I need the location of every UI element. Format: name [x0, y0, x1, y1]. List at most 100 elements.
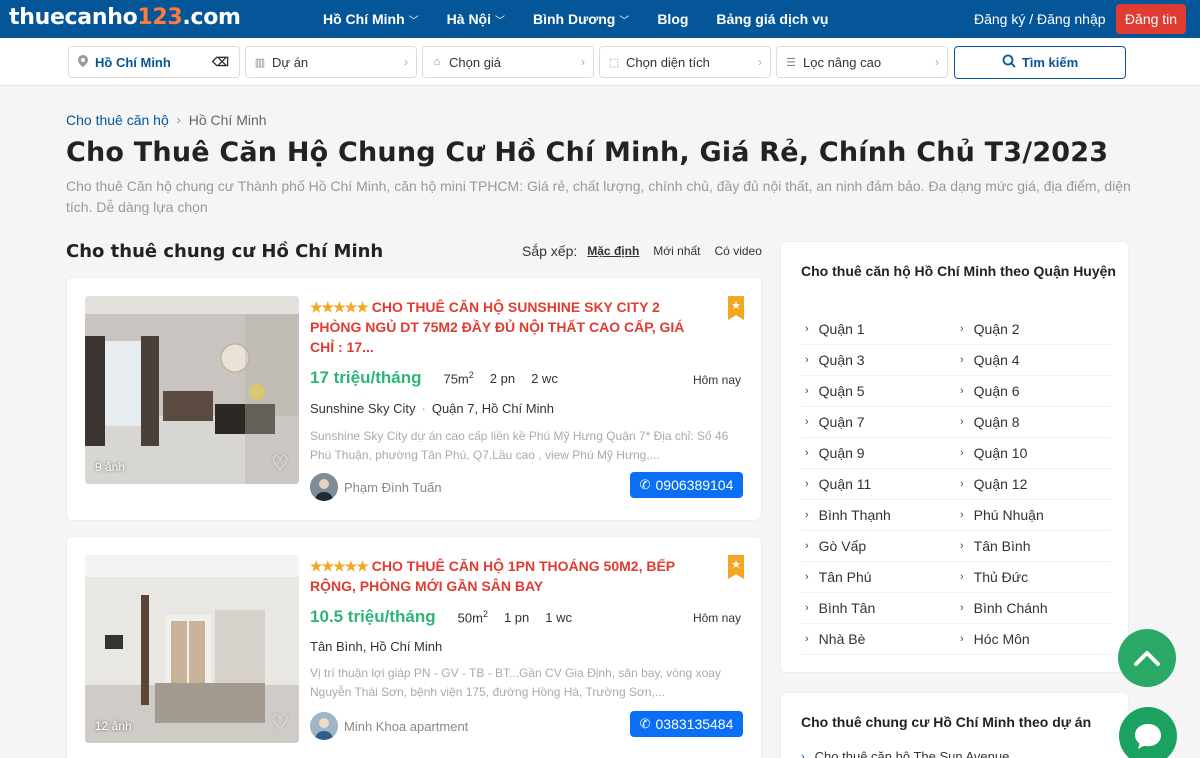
heart-icon[interactable]: ♡: [271, 451, 289, 476]
price-filter[interactable]: ⌂ Chọn giá ›: [422, 46, 594, 78]
listing-price: 10.5 triệu/tháng: [310, 607, 436, 626]
bookmark-star-icon[interactable]: ★: [728, 296, 744, 320]
scroll-to-top-button[interactable]: [1118, 629, 1176, 687]
chevron-right-icon: ›: [935, 55, 939, 69]
post-listing-button[interactable]: Đăng tin: [1116, 4, 1186, 34]
listing-description: Vị trí thuận lợi giáp PN - GV - TB - BT.…: [310, 666, 721, 699]
chevron-right-icon: ›: [805, 385, 809, 397]
listing-area: 50m2: [457, 608, 488, 625]
chevron-right-icon: ›: [404, 55, 408, 69]
photo-count: 9 ảnh: [95, 460, 126, 474]
area-icon: ⬚: [608, 56, 620, 69]
menu-item-ho-chi-minh[interactable]: Hồ Chí Minh ﹀: [323, 11, 419, 27]
chevron-right-icon: ›: [805, 633, 809, 645]
sort-bar: Sắp xếp: Mặc định Mới nhất Có video: [522, 243, 776, 259]
listing-meta: 10.5 triệu/tháng 50m2 1 pn 1 wc: [310, 607, 588, 627]
main-menu: Hồ Chí Minh ﹀ Hà Nội ﹀ Bình Dương ﹀ Blog Bả…: [323, 0, 856, 38]
district-link[interactable]: › Tân Bình: [956, 531, 1111, 562]
menu-item-blog[interactable]: Blog: [657, 11, 688, 27]
bookmark-star-icon[interactable]: ★: [728, 555, 744, 579]
project-link[interactable]: › Cho thuê căn hộ The Sun Avenue: [801, 749, 1009, 758]
project-filter[interactable]: ▥ Dự án ›: [245, 46, 417, 78]
chevron-right-icon: ›: [805, 416, 809, 428]
district-link[interactable]: › Bình Tân: [801, 593, 956, 624]
district-link[interactable]: › Quận 7: [801, 407, 956, 438]
district-link[interactable]: › Gò Vấp: [801, 531, 956, 562]
menu-item-pricing[interactable]: Bảng giá dịch vụ: [716, 11, 828, 27]
call-phone-button[interactable]: ✆ 0906389104: [630, 472, 743, 498]
listing-title[interactable]: ★★★★★ CHO THUÊ CĂN HỘ SUNSHINE SKY CITY 2…: [310, 297, 692, 357]
heart-icon[interactable]: ♡: [271, 710, 289, 735]
chevron-right-icon: ›: [805, 540, 809, 552]
district-link[interactable]: › Quận 2: [956, 314, 1111, 345]
listing-meta: 17 triệu/tháng 75m2 2 pn 2 wc: [310, 368, 574, 388]
clear-location-icon[interactable]: ⌫: [212, 55, 229, 69]
building-icon: ▥: [254, 56, 266, 69]
listing-bedrooms: 1 pn: [503, 610, 530, 625]
call-phone-button[interactable]: ✆ 0383135484: [630, 711, 743, 737]
price-tag-icon: ⌂: [433, 56, 441, 68]
listing-section-title: Cho thuê chung cư Hồ Chí Minh: [66, 241, 384, 262]
login-register-link[interactable]: Đăng ký / Đăng nhập: [974, 11, 1106, 27]
district-link[interactable]: › Quận 12: [956, 469, 1111, 500]
filter-bar: Hồ Chí Minh ⌫ ▥ Dự án › ⌂ Chọn giá › ⬚ Chọn d…: [0, 38, 1200, 86]
search-icon: [1002, 54, 1016, 71]
district-link[interactable]: › Quận 11: [801, 469, 956, 500]
district-link[interactable]: › Quận 8: [956, 407, 1111, 438]
chevron-right-icon: ›: [805, 602, 809, 614]
district-link[interactable]: › Phú Nhuận: [956, 500, 1111, 531]
chevron-right-icon: ›: [805, 447, 809, 459]
listing-photo[interactable]: 9 ảnh ♡: [85, 296, 299, 484]
listing-card[interactable]: 9 ảnh ♡ ★★★★★ CHO THUÊ CĂN HỘ SUNSHINE SK…: [66, 277, 762, 521]
district-link[interactable]: › Quận 6: [956, 376, 1111, 407]
site-logo[interactable]: thuecanho123.com: [9, 5, 241, 30]
district-link[interactable]: › Quận 1: [801, 314, 956, 345]
sort-default[interactable]: Mặc định: [587, 244, 639, 258]
sort-video[interactable]: Có video: [715, 244, 762, 258]
district-link[interactable]: › Bình Chánh: [956, 593, 1111, 624]
chevron-right-icon: ›: [960, 447, 964, 459]
area-filter[interactable]: ⬚ Chọn diện tích ›: [599, 46, 771, 78]
phone-icon: ✆: [639, 477, 651, 492]
chevron-right-icon: ›: [960, 509, 964, 521]
project-sidebar: Cho thuê chung cư Hồ Chí Minh theo dự án…: [780, 692, 1129, 758]
listing-owner[interactable]: Minh Khoa apartment: [310, 712, 468, 740]
search-button[interactable]: Tìm kiếm: [954, 46, 1126, 79]
sort-label: Sắp xếp:: [522, 243, 578, 259]
listing-address: Tân Bình, Hồ Chí Minh: [310, 639, 443, 654]
district-link[interactable]: › Quận 4: [956, 345, 1111, 376]
menu-item-ha-noi[interactable]: Hà Nội ﹀: [447, 11, 505, 27]
chevron-right-icon: ›: [960, 540, 964, 552]
listing-owner[interactable]: Phạm Đình Tuấn: [310, 473, 442, 501]
listing-bathrooms: 2 wc: [531, 371, 558, 386]
menu-item-binh-duong[interactable]: Bình Dương ﹀: [533, 11, 629, 27]
project-sidebar-title: Cho thuê chung cư Hồ Chí Minh theo dự án: [801, 714, 1092, 730]
district-link[interactable]: › Thủ Đức: [956, 562, 1111, 593]
advanced-filter[interactable]: ☰ Lọc nâng cao ›: [776, 46, 948, 78]
district-link[interactable]: › Quận 10: [956, 438, 1111, 469]
district-link[interactable]: › Tân Phú: [801, 562, 956, 593]
photo-count: 12 ảnh: [95, 719, 132, 733]
district-link[interactable]: › Quận 3: [801, 345, 956, 376]
chat-button[interactable]: [1119, 707, 1177, 758]
location-filter[interactable]: Hồ Chí Minh ⌫: [68, 46, 240, 78]
listing-area: 75m2: [443, 369, 474, 386]
listing-project-link[interactable]: Sunshine Sky City: [310, 401, 416, 416]
district-link[interactable]: › Quận 9: [801, 438, 956, 469]
chevron-down-icon: ﹀: [408, 15, 419, 27]
listing-photo[interactable]: 12 ảnh ♡: [85, 555, 299, 743]
listing-card[interactable]: 12 ảnh ♡ ★★★★★ CHO THUÊ CĂN HỘ 1PN THOÁNG…: [66, 536, 762, 758]
district-link[interactable]: › Nhà Bè: [801, 624, 956, 655]
chevron-right-icon: ›: [805, 509, 809, 521]
district-link[interactable]: › Quận 5: [801, 376, 956, 407]
sort-newest[interactable]: Mới nhất: [653, 244, 700, 258]
listing-title[interactable]: ★★★★★ CHO THUÊ CĂN HỘ 1PN THOÁNG 50M2, BẾ…: [310, 556, 692, 596]
breadcrumb-root-link[interactable]: Cho thuê căn hộ: [66, 112, 169, 128]
district-list: › Quận 1 › Quận 2 › Quận 3 › Quận 4 › Quận 5 › Quận…: [801, 314, 1111, 655]
top-navbar: thuecanho123.com Hồ Chí Minh ﹀ Hà Nội ﹀ Bì…: [0, 0, 1200, 38]
district-link[interactable]: › Hóc Môn: [956, 624, 1111, 655]
chevron-right-icon: ›: [581, 55, 585, 69]
district-link[interactable]: › Bình Thạnh: [801, 500, 956, 531]
chevron-right-icon: ›: [801, 750, 805, 758]
chevron-right-icon: ›: [805, 571, 809, 583]
